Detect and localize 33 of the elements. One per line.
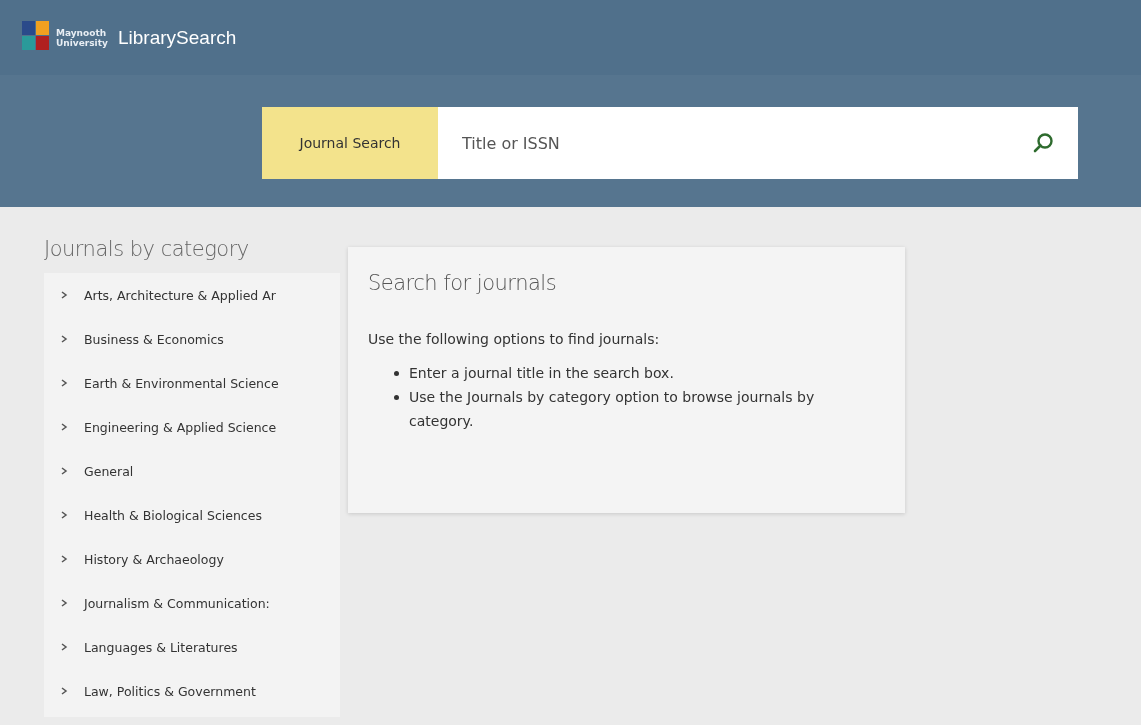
category-link[interactable]: General bbox=[44, 449, 340, 493]
bullet-text: Enter a journal title in the search box. bbox=[409, 364, 674, 383]
chevron-icon bbox=[60, 291, 68, 299]
brand-name[interactable]: LibrarySearch bbox=[118, 26, 237, 49]
category-link[interactable]: Engineering & Applied Science bbox=[44, 405, 340, 449]
search-icon bbox=[1032, 132, 1054, 154]
category-link[interactable]: Business & Economics bbox=[44, 317, 340, 361]
chevron-icon bbox=[60, 643, 68, 651]
search-button[interactable] bbox=[1008, 107, 1078, 179]
category-link[interactable]: Languages & Literatures bbox=[44, 625, 340, 669]
chevron-icon bbox=[60, 511, 68, 519]
category-link[interactable]: Health & Biological Sciences bbox=[44, 493, 340, 537]
category-link[interactable]: History & Archaeology bbox=[44, 537, 340, 581]
logo-text: Maynooth University bbox=[56, 27, 109, 48]
chevron-icon bbox=[60, 379, 68, 387]
bullet-text: Use the Journals by category option to browse journals by category. bbox=[409, 388, 816, 431]
chevron-icon bbox=[60, 467, 68, 475]
category-link[interactable]: Earth & Environmental Science bbox=[44, 361, 340, 405]
category-link[interactable]: Law, Politics & Government bbox=[44, 669, 340, 713]
chevron-icon bbox=[60, 599, 68, 607]
sidebar-title: Journals by category bbox=[44, 237, 250, 261]
intro-text: Use the following options to find journals: bbox=[368, 331, 661, 347]
search-input[interactable]: Title or ISSN bbox=[438, 107, 1008, 179]
card-title: Search for journals bbox=[368, 271, 558, 295]
category-link[interactable]: Journalism & Communication: bbox=[44, 581, 340, 625]
chevron-icon bbox=[60, 555, 68, 563]
scope-button[interactable]: Journal Search bbox=[262, 107, 438, 179]
chevron-icon bbox=[60, 423, 68, 431]
category-link[interactable]: Arts, Architecture & Applied Ar bbox=[44, 273, 340, 317]
chevron-icon bbox=[60, 335, 68, 343]
bullet-icon bbox=[394, 395, 399, 400]
chevron-icon bbox=[60, 687, 68, 695]
bullet-icon bbox=[394, 371, 399, 376]
